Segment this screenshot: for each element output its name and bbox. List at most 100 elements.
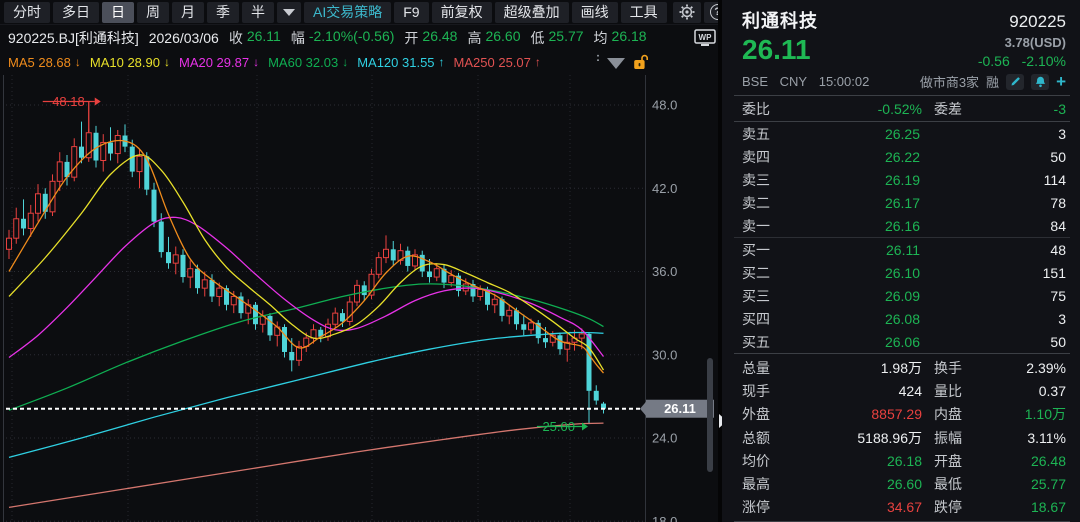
tab-draw-line[interactable]: 画线 (572, 2, 618, 23)
wp-widget-icon[interactable]: WP (694, 29, 718, 50)
tab-multi-day[interactable]: 多日 (53, 2, 99, 23)
alert-bell-icon[interactable] (1031, 74, 1049, 90)
ask-row-4[interactable]: 卖四26.2250 (742, 145, 1066, 168)
candle (166, 252, 171, 263)
candle (362, 285, 367, 295)
indicator-collapse-caret-icon[interactable] (607, 58, 625, 69)
candle (268, 316, 273, 335)
change-amount: -0.56 (978, 53, 1010, 69)
stat-label: 外盘 (742, 404, 800, 424)
candle (311, 330, 316, 338)
tab-weekly[interactable]: 周 (137, 2, 169, 23)
tab-daily[interactable]: 日 (102, 2, 134, 23)
unlock-icon[interactable] (632, 54, 649, 74)
drag-handle-dots-icon[interactable]: : (596, 53, 600, 62)
level-price: 26.16 (800, 218, 920, 234)
candle (492, 299, 497, 305)
add-to-watchlist-icon[interactable]: + (1056, 75, 1066, 89)
level-price: 26.25 (800, 126, 920, 142)
stat-row: 外盘8857.29内盘1.10万 (742, 403, 1066, 426)
candle (152, 190, 157, 222)
tab-tools[interactable]: 工具 (621, 2, 667, 23)
candle (72, 147, 77, 178)
tab-forward-adjusted[interactable]: 前复权 (432, 2, 492, 23)
ma-label: MA10 28.90 (90, 55, 160, 70)
edit-pencil-icon[interactable] (1006, 74, 1024, 90)
last-price: 26.11 (742, 35, 811, 65)
tab-quarterly[interactable]: 季 (207, 2, 239, 23)
field-close: 收26.11 (229, 28, 281, 48)
stat-value: 26.60 (800, 476, 922, 492)
ma-label: MA250 25.07 (454, 55, 531, 70)
bid-row-2[interactable]: 买二26.10151 (742, 261, 1066, 284)
stat-row: 总额5188.96万振幅3.11% (742, 426, 1066, 449)
tab-ai-strategy[interactable]: AI交易策略 (304, 2, 391, 23)
stat-value: 1.98万 (800, 358, 922, 378)
period-toolbar: 分时多日日周月季半AI交易策略F9前复权超级叠加画线工具?› (0, 0, 720, 25)
bid-row-3[interactable]: 买三26.0975 (742, 284, 1066, 307)
stat-value: 424 (800, 383, 922, 399)
ask-row-5[interactable]: 卖五26.253 (742, 122, 1066, 145)
candle (507, 310, 512, 316)
last-price-badge-arrow (640, 402, 646, 416)
ma250-line (9, 423, 604, 507)
candle (594, 391, 599, 401)
field-value: 26.60 (485, 28, 520, 48)
half-year-dropdown-caret-icon[interactable] (277, 2, 301, 23)
bid-row-1[interactable]: 买一26.1148 (742, 238, 1066, 261)
candle (478, 290, 483, 297)
field-label: 收 (229, 28, 243, 48)
level-price: 26.06 (800, 334, 920, 350)
caret-down-icon (283, 9, 295, 16)
level-volume: 75 (920, 288, 1066, 304)
ask-row-1[interactable]: 卖一26.1684 (742, 214, 1066, 237)
tab-super-overlay[interactable]: 超级叠加 (495, 2, 569, 23)
candle (7, 238, 12, 249)
stock-statistics: 总量1.98万换手2.39%现手424量比0.37外盘8857.29内盘1.10… (742, 354, 1066, 521)
candle (115, 136, 120, 154)
y-axis-label: 48.0 (652, 98, 677, 113)
ma-label: MA60 32.03 (268, 55, 338, 70)
candle (340, 313, 345, 321)
stat-value: 1.10万 (980, 404, 1066, 424)
field-value: 26.11 (247, 28, 281, 48)
level-volume: 78 (920, 195, 1066, 211)
ma20-value: MA20 29.87↓ (179, 55, 259, 70)
ask-row-2[interactable]: 卖二26.1778 (742, 191, 1066, 214)
tab-minute[interactable]: 分时 (4, 2, 50, 23)
ask-row-3[interactable]: 卖三26.19114 (742, 168, 1066, 191)
candle (195, 269, 200, 288)
field-value: 26.18 (612, 28, 647, 48)
usd-price: 3.78(USD) (970, 35, 1066, 50)
candlestick-chart-svg[interactable]: 48.042.036.030.024.018.026.1148.1825.00 (0, 75, 720, 522)
level-label: 卖四 (742, 147, 800, 167)
bid-row-4[interactable]: 买四26.083 (742, 307, 1066, 330)
candle (427, 272, 432, 278)
tab-f9[interactable]: F9 (394, 2, 428, 23)
quote-info-bar: 920225.BJ[利通科技] 2026/03/06 收26.11幅-2.10%… (0, 25, 720, 50)
tab-half-year[interactable]: 半 (242, 2, 274, 23)
candle (231, 296, 236, 304)
settings-gear-icon-button[interactable] (673, 2, 701, 23)
tab-monthly[interactable]: 月 (172, 2, 204, 23)
price-change: -0.56 -2.10% (970, 53, 1066, 69)
level-volume: 114 (920, 172, 1066, 188)
candle (130, 147, 135, 172)
stat-row: 涨停34.67跌停18.67 (742, 496, 1066, 519)
trend-arrow-icon: ↓ (164, 55, 170, 70)
candle (14, 219, 19, 238)
chart-scrollbar[interactable] (707, 358, 713, 472)
settings-gear-icon (679, 4, 695, 20)
y-axis-label: 18.0 (652, 514, 677, 522)
candlestick-chart[interactable]: 48.042.036.030.024.018.026.1148.1825.00 (0, 75, 720, 522)
svg-text:WP: WP (699, 33, 713, 42)
bid-row-5[interactable]: 买五26.0650 (742, 330, 1066, 353)
ma-values: MA5 28.68↓MA10 28.90↓MA20 29.87↓MA60 32.… (8, 55, 541, 70)
candle (36, 194, 41, 213)
stat-label: 最高 (742, 474, 800, 494)
candle (543, 338, 548, 342)
ma-indicator-bar: MA5 28.68↓MA10 28.90↓MA20 29.87↓MA60 32.… (0, 50, 720, 75)
candle (434, 269, 439, 277)
candle (384, 249, 389, 257)
level-label: 卖五 (742, 124, 800, 144)
